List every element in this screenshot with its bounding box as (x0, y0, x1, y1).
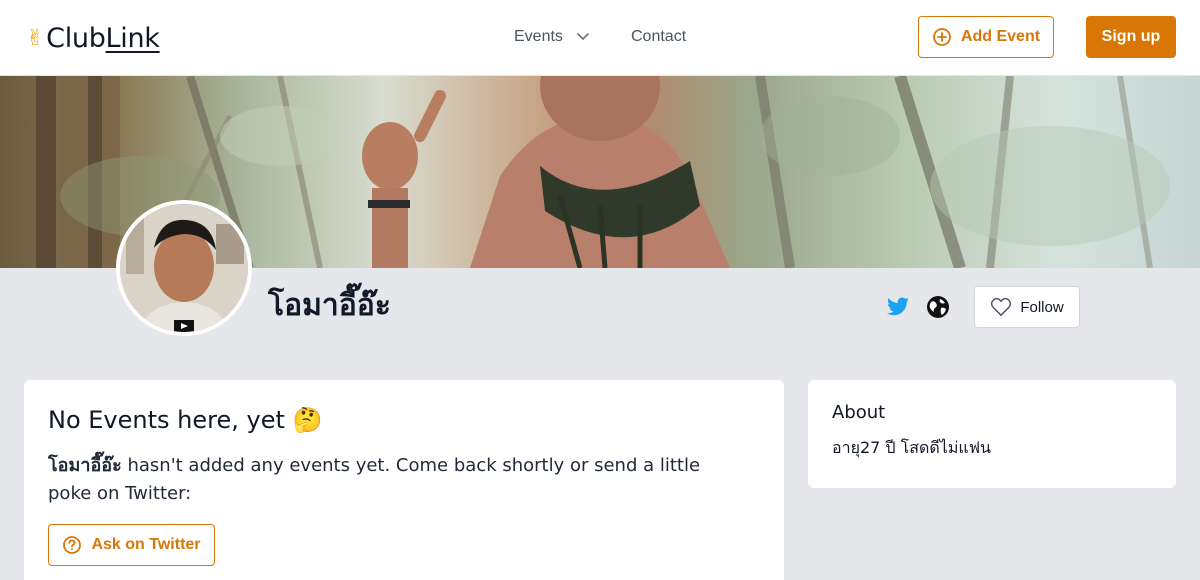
logo-text-link: Link (105, 22, 160, 54)
plus-circle-icon (933, 28, 951, 46)
nav-contact-link[interactable]: Contact (631, 26, 686, 48)
no-events-message: โอมาอี๊อ๊ะ hasn't added any events yet. … (48, 452, 738, 508)
add-event-button[interactable]: Add Event (918, 16, 1054, 58)
add-event-label: Add Event (960, 28, 1041, 45)
no-events-body: hasn't added any events yet. Come back s… (48, 455, 701, 504)
question-circle-icon (63, 536, 82, 554)
about-card: About อายุ27 ปี โสดดีไม่แฟน (808, 380, 1176, 488)
logo-text-club: Club (46, 22, 106, 54)
follow-label: Follow (1020, 298, 1064, 316)
victory-hand-icon: ✌ (26, 25, 45, 51)
top-navbar: ✌ Club Link Events Contact Add Event Sign… (0, 0, 1200, 76)
twitter-icon[interactable] (886, 295, 910, 319)
about-heading: About (832, 402, 886, 423)
profile-name: โอมาอี๊อ๊ะ (268, 288, 391, 323)
nav-events-label: Events (514, 28, 563, 45)
no-events-heading: No Events here, yet 🤔 (48, 404, 322, 436)
about-text: อายุ27 ปี โสดดีไม่แฟน (832, 438, 991, 457)
follow-button[interactable]: Follow (974, 286, 1080, 328)
globe-icon[interactable] (926, 295, 950, 319)
owner-name: โอมาอี๊อ๊ะ (48, 455, 122, 476)
ask-on-twitter-button[interactable]: Ask on Twitter (48, 524, 215, 566)
profile-avatar (116, 200, 252, 336)
heart-icon (991, 297, 1012, 316)
thinking-face-icon: 🤔 (292, 406, 323, 434)
nav-events-dropdown[interactable]: Events (514, 26, 589, 48)
chevron-down-icon (577, 33, 589, 40)
no-events-title: No Events here, yet (48, 406, 285, 434)
ask-on-twitter-label: Ask on Twitter (91, 536, 201, 553)
sign-up-button[interactable]: Sign up (1086, 16, 1176, 58)
events-card: No Events here, yet 🤔 โอมาอี๊อ๊ะ hasn't … (24, 380, 784, 580)
clublink-logo[interactable]: ✌ Club Link (26, 20, 160, 56)
